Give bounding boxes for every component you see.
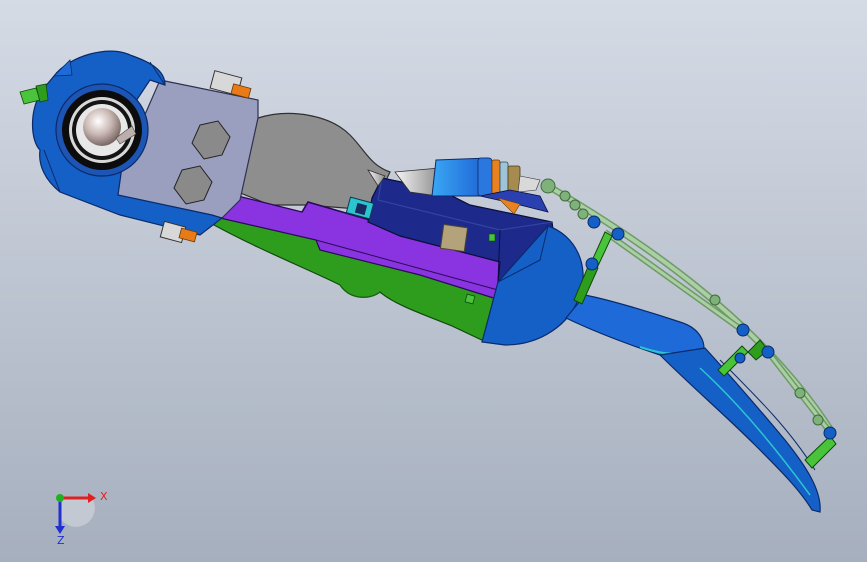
- x-axis-label: X: [100, 490, 108, 503]
- wrist-bearing[interactable]: [55, 83, 149, 177]
- cad-viewport[interactable]: [0, 0, 867, 562]
- orientation-triad[interactable]: X Z: [40, 478, 120, 548]
- green-connector: [464, 293, 476, 305]
- triad-shadow: [60, 498, 95, 527]
- z-axis-arrowhead: [55, 526, 65, 534]
- green-connector-small: [488, 233, 496, 242]
- tan-label-pad: [439, 223, 469, 253]
- y-axis-dot: [56, 494, 64, 502]
- z-axis-label: Z: [57, 534, 65, 547]
